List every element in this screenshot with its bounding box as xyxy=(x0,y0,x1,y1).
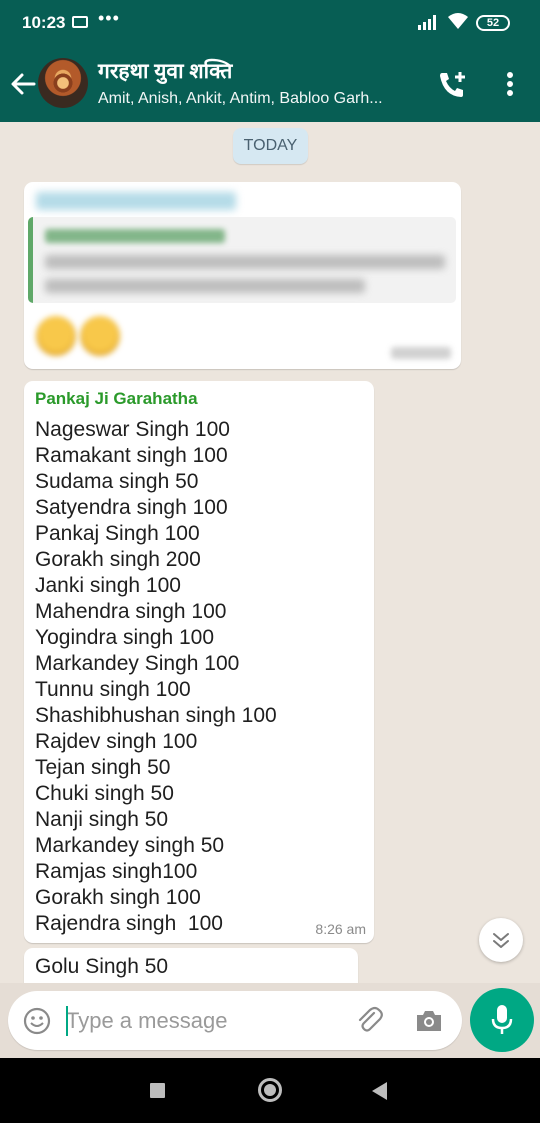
message-line: Gorakh singh 200 xyxy=(35,548,201,571)
message-composer xyxy=(8,991,462,1050)
scroll-down-icon[interactable] xyxy=(479,918,523,962)
message-text: Golu Singh 50 xyxy=(35,955,169,978)
message-line: Shashibhushan singh 100 xyxy=(35,704,277,727)
sim-icon xyxy=(72,16,88,28)
chat-header: गरहथा युवा शक्ति Amit, Anish, Ankit, Ant… xyxy=(0,45,540,122)
attach-icon[interactable] xyxy=(354,1005,384,1035)
message-line: Rajendra singh 100 xyxy=(35,912,223,935)
camera-icon[interactable] xyxy=(414,1006,444,1036)
message-text: Nageswar Singh 100 Ramakant singh 100 Suda… xyxy=(35,417,277,937)
message-line: Chuki singh 50 xyxy=(35,782,174,805)
mic-icon xyxy=(491,1005,513,1034)
blurred-quote-text xyxy=(45,255,445,269)
message-input[interactable] xyxy=(66,1001,346,1041)
message-line: Tunnu singh 100 xyxy=(35,678,191,701)
wifi-icon xyxy=(448,13,468,29)
system-nav-bar xyxy=(0,1058,540,1123)
status-bar: 10:23 ••• 52 xyxy=(0,0,540,45)
message-line: Nanji singh 50 xyxy=(35,808,169,831)
group-avatar[interactable] xyxy=(38,58,88,108)
message-line: Ramakant singh 100 xyxy=(35,444,228,467)
message-line: Yogindra singh 100 xyxy=(35,626,215,649)
message-bubble[interactable]: Pankaj Ji Garahatha Nageswar Singh 100 Ra… xyxy=(24,381,374,943)
blurred-quote-text xyxy=(45,279,365,293)
message-line: Sudama singh 50 xyxy=(35,470,199,493)
chat-area[interactable]: TODAY Pankaj Ji Garahatha Nageswar Singh… xyxy=(0,122,540,983)
quoted-message[interactable] xyxy=(28,217,456,303)
add-call-icon[interactable] xyxy=(436,69,468,101)
signal-icon xyxy=(418,15,436,30)
message-sender[interactable]: Pankaj Ji Garahatha xyxy=(35,389,198,409)
message-bubble[interactable]: Golu Singh 50 xyxy=(24,948,358,983)
message-line: Markandey Singh 100 xyxy=(35,652,240,675)
blurred-emoji xyxy=(36,316,76,356)
message-line: Janki singh 100 xyxy=(35,574,181,597)
battery-icon: 52 xyxy=(476,15,510,31)
group-members[interactable]: Amit, Anish, Ankit, Antim, Babloo Garh..… xyxy=(98,90,418,108)
message-line: Nageswar Singh 100 xyxy=(35,418,230,441)
message-line: Ramjas singh100 xyxy=(35,860,198,883)
back-button[interactable] xyxy=(372,1082,387,1100)
blurred-emoji xyxy=(80,316,120,356)
more-vert-icon[interactable] xyxy=(498,69,522,99)
status-notification-dots: ••• xyxy=(98,8,120,28)
message-line: Pankaj Singh 100 xyxy=(35,522,200,545)
blurred-sender-name xyxy=(36,192,236,210)
message-timestamp: 8:26 am xyxy=(315,921,366,937)
date-chip: TODAY xyxy=(233,128,308,164)
emoji-icon[interactable] xyxy=(23,1007,51,1035)
status-time: 10:23 xyxy=(22,13,66,32)
text-cursor xyxy=(66,1006,68,1036)
message-line: Mahendra singh 100 xyxy=(35,600,227,623)
group-name[interactable]: गरहथा युवा शक्ति xyxy=(98,57,232,85)
message-line: Rajdev singh 100 xyxy=(35,730,198,753)
blurred-quote-sender xyxy=(45,229,225,243)
message-line: Tejan singh 50 xyxy=(35,756,171,779)
recents-button[interactable] xyxy=(150,1083,165,1098)
back-arrow-icon[interactable] xyxy=(8,69,38,99)
message-line: Satyendra singh 100 xyxy=(35,496,228,519)
message-line: Markandey singh 50 xyxy=(35,834,225,857)
message-bubble-redacted[interactable] xyxy=(24,182,461,369)
blurred-timestamp xyxy=(391,347,451,359)
home-button[interactable] xyxy=(258,1078,282,1102)
mic-button[interactable] xyxy=(470,988,534,1052)
message-line: Gorakh singh 100 xyxy=(35,886,201,909)
